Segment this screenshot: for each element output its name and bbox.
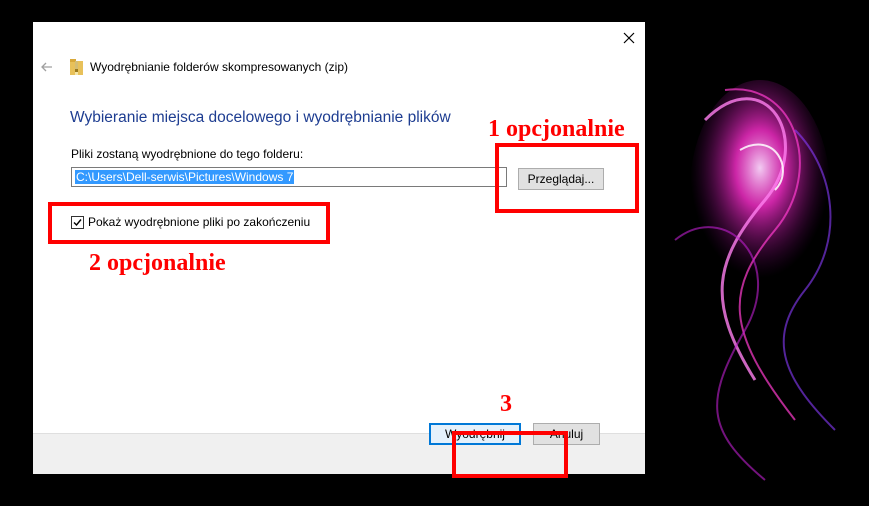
- smoke-art: [674, 80, 836, 481]
- close-button[interactable]: [617, 26, 641, 50]
- dialog-title: Wyodrębnianie folderów skompresowanych (…: [90, 60, 349, 74]
- close-icon: [623, 32, 635, 44]
- destination-path-value: C:\Users\Dell-serwis\Pictures\Windows 7: [75, 170, 295, 184]
- zip-folder-icon: [70, 59, 83, 75]
- annotation-label-3: 3: [500, 391, 512, 417]
- destination-folder-label: Pliki zostaną wyodrębnione do tego folde…: [71, 147, 304, 161]
- back-button[interactable]: [37, 57, 57, 77]
- annotation-box-checkbox: [48, 202, 330, 244]
- desktop-wallpaper: [645, 0, 869, 506]
- destination-path-input[interactable]: C:\Users\Dell-serwis\Pictures\Windows 7: [71, 167, 507, 187]
- dialog-header: Wyodrębnianie folderów skompresowanych (…: [33, 52, 645, 82]
- back-arrow-icon: [41, 62, 52, 72]
- annotation-label-2: 2 opcjonalnie: [89, 250, 226, 276]
- page-heading: Wybieranie miejsca docelowego i wyodrębn…: [70, 109, 451, 126]
- annotation-box-browse: [495, 143, 639, 213]
- extract-dialog: Wyodrębnianie folderów skompresowanych (…: [33, 22, 645, 474]
- annotation-label-1: 1 opcjonalnie: [488, 116, 625, 142]
- annotation-box-extract: [452, 431, 568, 478]
